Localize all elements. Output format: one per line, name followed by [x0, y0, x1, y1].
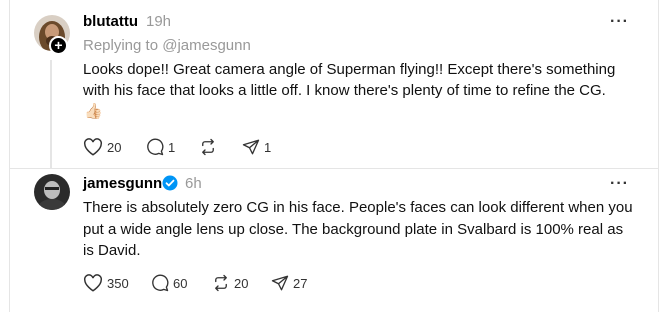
- reply-body-line-3b: is David.: [83, 242, 141, 259]
- like-button[interactable]: 20: [83, 138, 121, 156]
- reply-divider: [9, 168, 659, 169]
- send-icon: [271, 275, 289, 291]
- thumbs-up-emoji: 👍🏻: [84, 103, 103, 120]
- repost-icon: [202, 138, 214, 156]
- heart-icon: [84, 274, 102, 292]
- reply-body-line-1: Looks dope!! Great camera angle of Super…: [83, 61, 616, 78]
- share-count: 1: [264, 139, 272, 155]
- repost-count-2: 20: [234, 275, 249, 291]
- more-options-icon[interactable]: ···: [610, 13, 629, 31]
- repost-button[interactable]: [199, 138, 221, 156]
- send-icon: [242, 139, 260, 155]
- reply-timestamp-2[interactable]: 6h: [185, 175, 202, 192]
- verified-badge-icon: [162, 175, 178, 191]
- heart-icon: [84, 138, 102, 156]
- like-count-2: 350: [107, 275, 129, 291]
- like-button-2[interactable]: 350: [83, 274, 129, 292]
- reply-body-line-2: with his face that looks a little off. I…: [83, 82, 606, 99]
- like-count: 20: [107, 139, 122, 155]
- comment-count: 1: [168, 139, 176, 155]
- repost-icon: [215, 274, 227, 292]
- comment-button[interactable]: 1: [146, 138, 175, 156]
- comment-count-2: 60: [173, 275, 188, 291]
- replying-to-label[interactable]: Replying to @jamesgunn: [83, 37, 251, 54]
- thread-connector-line: [50, 60, 52, 168]
- comment-button-2[interactable]: 60: [151, 274, 187, 292]
- comment-bubble-icon: [147, 138, 164, 156]
- reply-body-line-2b: put a wide angle lens up close. The back…: [83, 220, 624, 238]
- share-button-2[interactable]: 27: [271, 274, 307, 292]
- reply-username[interactable]: blutattu: [83, 13, 138, 30]
- more-options-icon-2[interactable]: ···: [610, 175, 629, 193]
- reply-username-2[interactable]: jamesgunn: [83, 175, 162, 192]
- comment-bubble-icon: [152, 274, 169, 292]
- avatar-jamesgunn[interactable]: [34, 174, 70, 210]
- repost-button-2[interactable]: 20: [212, 274, 248, 292]
- follow-plus-icon[interactable]: +: [49, 36, 68, 55]
- reply-body-line-1b: There is absolutely zero CG in his face.…: [83, 199, 633, 216]
- reply-timestamp[interactable]: 19h: [146, 13, 171, 30]
- share-button[interactable]: 1: [242, 138, 271, 156]
- share-count-2: 27: [293, 275, 308, 291]
